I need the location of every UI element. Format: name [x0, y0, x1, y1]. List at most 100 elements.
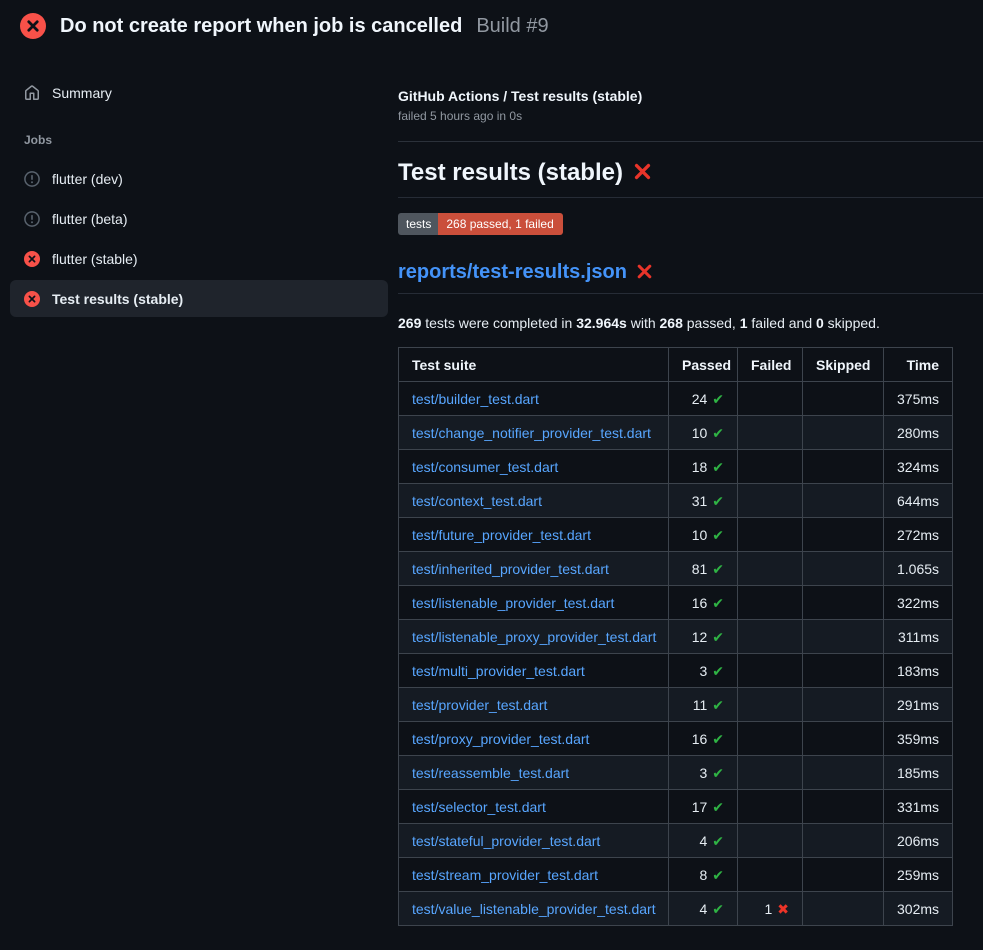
sidebar-item-flutter-beta[interactable]: flutter (beta) [10, 200, 388, 237]
sidebar-item-summary[interactable]: Summary [10, 74, 388, 111]
check-icon: ✔ [712, 899, 724, 919]
failed-cell [738, 620, 803, 654]
sidebar-item-flutter-dev[interactable]: flutter (dev) [10, 160, 388, 197]
time-cell: 1.065s [884, 552, 953, 586]
badge-value: 268 passed, 1 failed [438, 213, 562, 235]
total-tests-count: 269 [398, 315, 421, 331]
skipped-cell [803, 756, 884, 790]
home-icon [24, 85, 40, 101]
table-row: test/multi_provider_test.dart3✔183ms [399, 654, 953, 688]
check-icon: ✔ [712, 695, 724, 715]
check-icon: ✔ [712, 831, 724, 851]
skipped-cell [803, 382, 884, 416]
suite-link[interactable]: test/selector_test.dart [412, 799, 546, 815]
failed-cell [738, 484, 803, 518]
time-cell: 644ms [884, 484, 953, 518]
suite-cell: test/stateful_provider_test.dart [399, 824, 669, 858]
table-row: test/value_listenable_provider_test.dart… [399, 892, 953, 926]
passed-cell-value: 11 [693, 697, 708, 713]
check-icon: ✔ [712, 865, 724, 885]
time-cell: 272ms [884, 518, 953, 552]
failed-cell [738, 552, 803, 586]
suite-link[interactable]: test/future_provider_test.dart [412, 527, 591, 543]
passed-cell: 24✔ [669, 382, 738, 416]
suite-cell: test/consumer_test.dart [399, 450, 669, 484]
check-run-header: Do not create report when job is cancell… [0, 0, 983, 52]
passed-cell-value: 17 [692, 799, 708, 815]
check-icon: ✔ [712, 763, 724, 783]
section-title: Test results (stable) [398, 159, 623, 187]
suite-link[interactable]: test/value_listenable_provider_test.dart [412, 901, 656, 917]
passed-cell-value: 81 [692, 561, 708, 577]
suite-link[interactable]: test/multi_provider_test.dart [412, 663, 585, 679]
suite-link[interactable]: test/proxy_provider_test.dart [412, 731, 589, 747]
suite-link[interactable]: test/stateful_provider_test.dart [412, 833, 600, 849]
suite-link[interactable]: test/builder_test.dart [412, 391, 539, 407]
suite-link[interactable]: test/inherited_provider_test.dart [412, 561, 609, 577]
suite-cell: test/stream_provider_test.dart [399, 858, 669, 892]
passed-cell-value: 24 [692, 391, 708, 407]
passed-cell-value: 10 [692, 425, 708, 441]
time-cell: 322ms [884, 586, 953, 620]
suite-cell: test/provider_test.dart [399, 688, 669, 722]
passed-cell: 18✔ [669, 450, 738, 484]
duration-value: 32.964s [576, 315, 627, 331]
time-cell: 375ms [884, 382, 953, 416]
check-icon: ✔ [712, 525, 724, 545]
report-heading: reports/test-results.json [398, 261, 983, 294]
suite-cell: test/value_listenable_provider_test.dart [399, 892, 669, 926]
section-heading: Test results (stable) [398, 159, 983, 198]
passed-cell: 11✔ [669, 688, 738, 722]
results-table-body: test/builder_test.dart24✔375mstest/chang… [399, 382, 953, 926]
suite-link[interactable]: test/context_test.dart [412, 493, 542, 509]
suite-link[interactable]: test/stream_provider_test.dart [412, 867, 598, 883]
time-cell: 359ms [884, 722, 953, 756]
suite-cell: test/selector_test.dart [399, 790, 669, 824]
passed-cell-value: 3 [699, 663, 707, 679]
sidebar-item-label: flutter (stable) [52, 251, 138, 267]
summary-text: tests were completed in [421, 315, 576, 331]
passed-cell-value: 16 [692, 595, 708, 611]
failed-cell [738, 518, 803, 552]
passed-cell-value: 10 [692, 527, 708, 543]
failed-cell [738, 416, 803, 450]
passed-cell-value: 12 [692, 629, 708, 645]
passed-cell: 17✔ [669, 790, 738, 824]
check-icon: ✔ [712, 389, 724, 409]
time-cell: 302ms [884, 892, 953, 926]
failed-cell [738, 688, 803, 722]
failed-count: 1 [740, 315, 748, 331]
failed-status-icon [24, 251, 40, 267]
sidebar-item-label: Summary [52, 85, 112, 101]
column-header-passed: Passed [669, 348, 738, 382]
skipped-cell [803, 518, 884, 552]
time-cell: 291ms [884, 688, 953, 722]
suite-link[interactable]: test/provider_test.dart [412, 697, 547, 713]
run-title: GitHub Actions / Test results (stable) [398, 88, 983, 104]
suite-link[interactable]: test/consumer_test.dart [412, 459, 558, 475]
sidebar-item-test-results-stable[interactable]: Test results (stable) [10, 280, 388, 317]
suite-cell: test/proxy_provider_test.dart [399, 722, 669, 756]
run-meta: failed 5 hours ago in 0s [398, 109, 983, 123]
failed-cell [738, 382, 803, 416]
column-header-test-suite: Test suite [399, 348, 669, 382]
table-row: test/provider_test.dart 11✔ 291ms [399, 688, 953, 722]
report-file-link[interactable]: reports/test-results.json [398, 261, 627, 284]
suite-link[interactable]: test/reassemble_test.dart [412, 765, 569, 781]
passed-count: 268 [660, 315, 683, 331]
passed-cell: 16✔ [669, 722, 738, 756]
sidebar-item-flutter-stable[interactable]: flutter (stable) [10, 240, 388, 277]
failed-cell [738, 756, 803, 790]
suite-link[interactable]: test/listenable_provider_test.dart [412, 595, 614, 611]
suite-link[interactable]: test/change_notifier_provider_test.dart [412, 425, 651, 441]
check-icon: ✔ [712, 661, 724, 681]
summary-text: failed and [748, 315, 817, 331]
failed-status-icon [24, 291, 40, 307]
failed-cell [738, 722, 803, 756]
divider [398, 141, 983, 142]
suite-link[interactable]: test/listenable_proxy_provider_test.dart [412, 629, 656, 645]
passed-cell-value: 4 [699, 833, 707, 849]
passed-cell-value: 3 [699, 765, 707, 781]
passed-cell: 3✔ [669, 654, 738, 688]
suite-cell: test/future_provider_test.dart [399, 518, 669, 552]
